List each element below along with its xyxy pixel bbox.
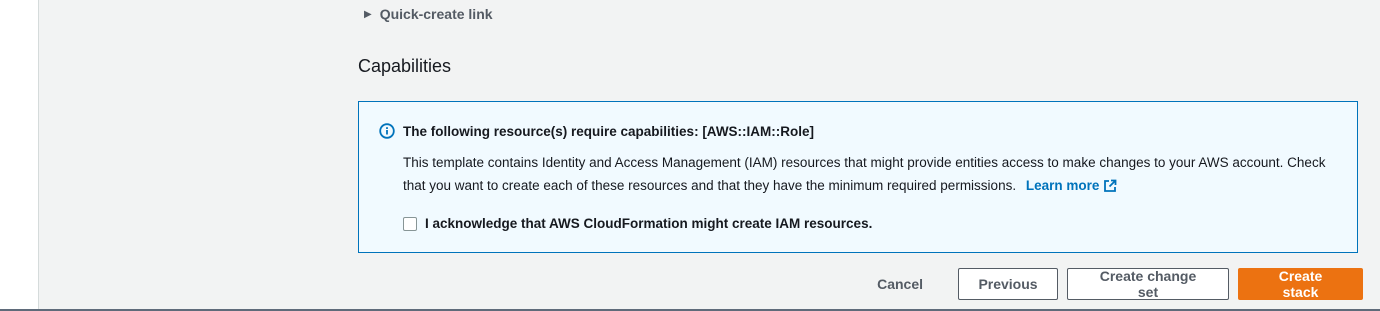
learn-more-label: Learn more — [1025, 177, 1100, 193]
left-navigation-panel — [0, 0, 39, 311]
previous-button[interactable]: Previous — [958, 268, 1058, 300]
acknowledge-row: I acknowledge that AWS CloudFormation mi… — [403, 216, 872, 231]
cancel-button[interactable]: Cancel — [856, 268, 944, 300]
acknowledge-label: I acknowledge that AWS CloudFormation mi… — [425, 216, 873, 231]
external-link-icon — [1104, 179, 1117, 192]
info-icon — [379, 123, 395, 139]
capabilities-alert: The following resource(s) require capabi… — [358, 101, 1358, 253]
quick-create-link-label: Quick-create link — [379, 6, 493, 22]
create-stack-button[interactable]: Create stack — [1238, 268, 1363, 300]
learn-more-link[interactable]: Learn more — [1026, 175, 1118, 198]
caret-right-icon: ▶ — [364, 8, 372, 20]
create-change-set-button[interactable]: Create change set — [1067, 268, 1229, 300]
capabilities-heading: Capabilities — [358, 56, 452, 76]
alert-body-text: This template contains Identity and Acce… — [403, 155, 1326, 193]
alert-title: The following resource(s) require capabi… — [403, 123, 815, 139]
alert-body: This template contains Identity and Acce… — [403, 152, 1348, 197]
acknowledge-checkbox[interactable] — [403, 216, 417, 231]
footer-actions: Cancel Previous Create change set Create… — [856, 268, 1363, 300]
quick-create-link-toggle[interactable]: ▶ Quick-create link — [364, 6, 493, 22]
alert-header: The following resource(s) require capabi… — [379, 123, 814, 139]
